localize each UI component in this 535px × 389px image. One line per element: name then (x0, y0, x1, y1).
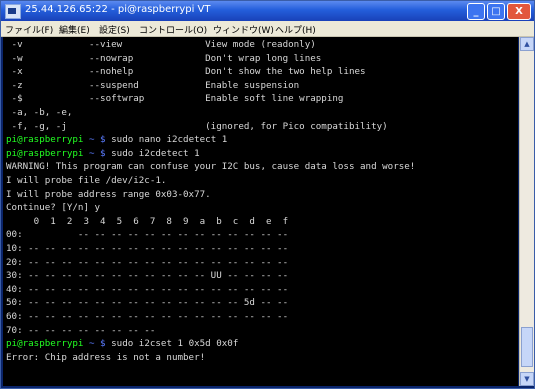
terminal-line: 40: -- -- -- -- -- -- -- -- -- -- -- -- … (6, 283, 289, 295)
terminal-prompt-line: pi@raspberrypi ~ $ sudo i2cset 1 0x5d 0x… (6, 338, 238, 350)
menu-bar: ファイル(F) 編集(E) 設定(S) コントロール(O) ウィンドウ(W) ヘ… (1, 21, 534, 37)
menu-settings[interactable]: 設定(S) (99, 23, 130, 36)
terminal-line: -f, -g, -j (ignored, for Pico compatibil… (6, 120, 388, 132)
terminal-line: 50: -- -- -- -- -- -- -- -- -- -- -- -- … (6, 297, 289, 309)
terminal-window: 25.44.126.65:22 - pi@raspberrypi VT _ □ … (0, 0, 535, 389)
terminal-line: 10: -- -- -- -- -- -- -- -- -- -- -- -- … (6, 243, 289, 254)
terminal-line: 60: -- -- -- -- -- -- -- -- -- -- -- -- … (6, 311, 289, 322)
prompt-command: sudo i2cset 1 0x5d 0x0f (105, 338, 239, 350)
terminal-line: Error: Chip address is not a number! (6, 351, 206, 363)
menu-help[interactable]: ヘルプ(H) (275, 23, 316, 36)
title-bar[interactable]: 25.44.126.65:22 - pi@raspberrypi VT _ □ … (1, 1, 534, 21)
prompt-path: ~ $ (83, 147, 106, 159)
prompt-path: ~ $ (83, 338, 106, 350)
terminal-line: 30: -- -- -- -- -- -- -- -- -- -- -- UU … (6, 270, 289, 282)
terminal-app-icon[interactable] (5, 4, 21, 19)
terminal-line: Continue? [Y/n] y (6, 202, 101, 214)
vertical-scrollbar[interactable]: ▲ ▼ (519, 37, 534, 386)
prompt-user: pi@raspberrypi (6, 134, 84, 146)
terminal-line: -$ --softwrap Enable soft line wrapping (6, 93, 344, 105)
terminal-line: 0 1 2 3 4 5 6 7 8 9 a b c d e f (6, 215, 289, 227)
menu-control[interactable]: コントロール(O) (139, 23, 207, 36)
terminal-line: -z --suspend Enable suspension (6, 79, 300, 91)
prompt-user: pi@raspberrypi (6, 338, 84, 350)
terminal-prompt-line: pi@raspberrypi ~ $ sudo nano i2cdetect 1 (6, 134, 227, 146)
terminal-line: 00: -- -- -- -- -- -- -- -- -- -- -- -- … (6, 229, 289, 241)
terminal-output[interactable]: -v --view View mode (readonly) -w --nowr… (3, 37, 518, 386)
menu-edit[interactable]: 編集(E) (59, 23, 90, 36)
scroll-up-arrow-icon[interactable]: ▲ (520, 37, 534, 51)
terminal-line: -w --nowrap Don't wrap long lines (6, 52, 322, 64)
terminal-line: 70: -- -- -- -- -- -- -- -- (6, 324, 156, 336)
scroll-down-arrow-icon[interactable]: ▼ (520, 372, 534, 386)
terminal-line: 20: -- -- -- -- -- -- -- -- -- -- -- -- … (6, 256, 289, 268)
terminal-line: -x --nohelp Don't show the two help line… (6, 66, 366, 78)
window-title: 25.44.126.65:22 - pi@raspberrypi VT (25, 4, 211, 15)
maximize-button[interactable]: □ (487, 3, 505, 20)
terminal-line: WARNING! This program can confuse your I… (6, 161, 416, 173)
close-button[interactable]: X (507, 3, 531, 20)
terminal-line: -a, -b, -e, (6, 107, 73, 118)
prompt-command: sudo i2cdetect 1 (105, 147, 200, 159)
terminal-line: -v --view View mode (readonly) (6, 39, 316, 50)
prompt-command: sudo nano i2cdetect 1 (105, 134, 228, 146)
prompt-user: pi@raspberrypi (6, 147, 84, 159)
minimize-button[interactable]: _ (467, 3, 485, 20)
menu-file[interactable]: ファイル(F) (5, 23, 53, 36)
scrollbar-thumb[interactable] (521, 327, 533, 367)
terminal-line: I will probe file /dev/i2c-1. (6, 175, 167, 186)
menu-window[interactable]: ウィンドウ(W) (213, 23, 274, 36)
prompt-path: ~ $ (83, 134, 106, 146)
terminal-line: I will probe address range 0x03-0x77. (6, 188, 211, 200)
terminal-prompt-line: pi@raspberrypi ~ $ sudo i2cdetect 1 (6, 148, 200, 160)
